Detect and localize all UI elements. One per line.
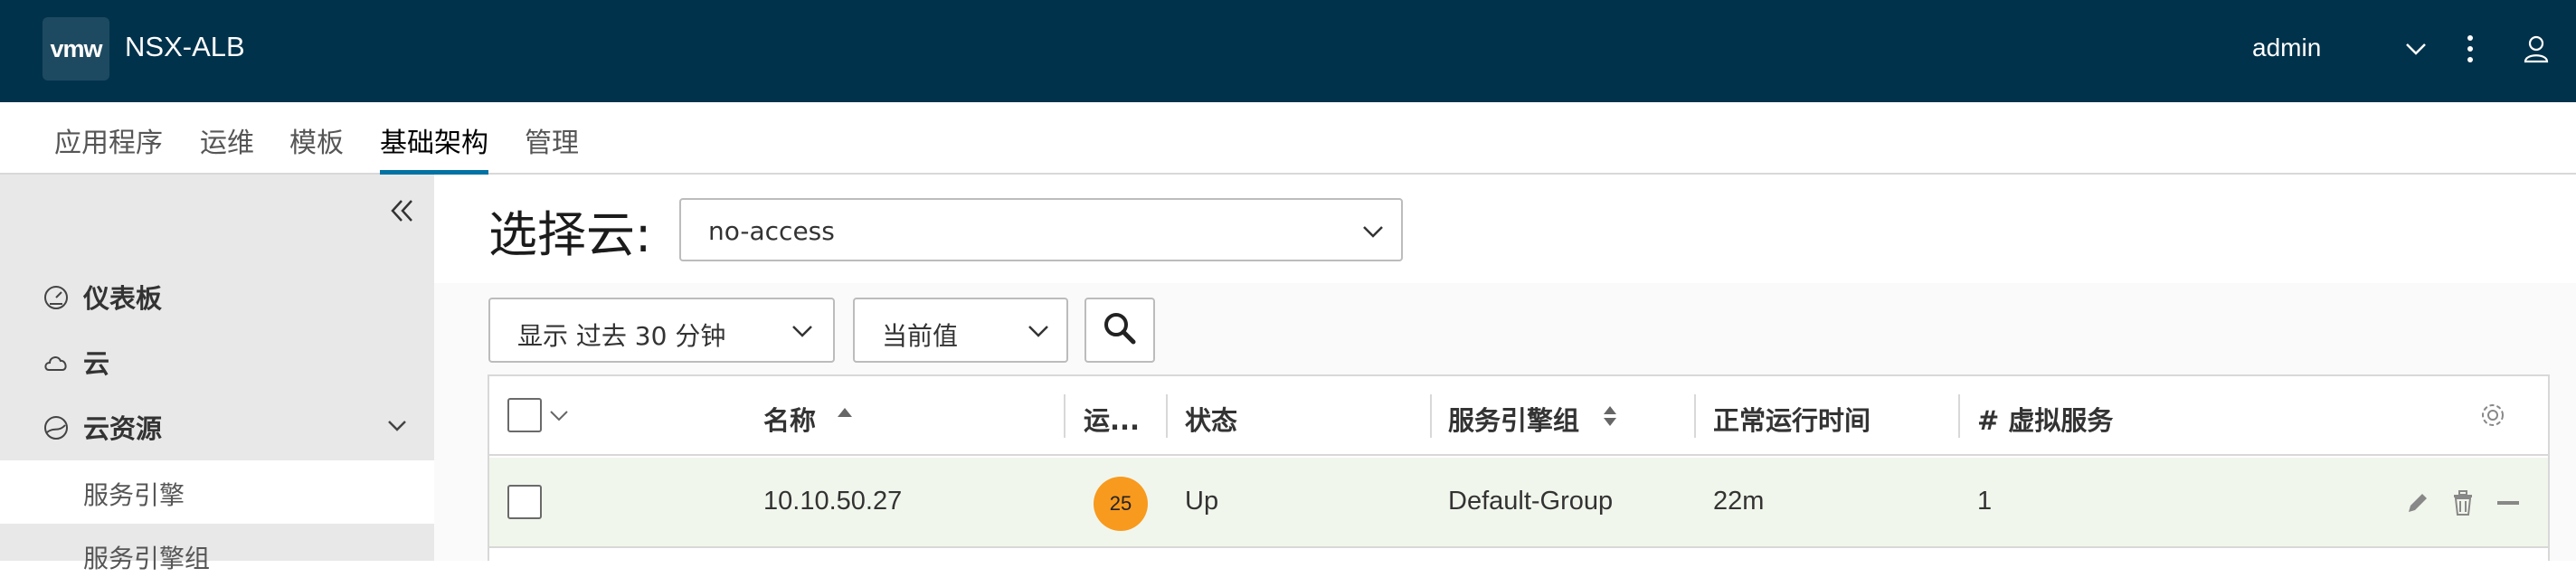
cell-se-group[interactable]: Default-Group xyxy=(1448,487,1613,516)
column-separator[interactable] xyxy=(1430,394,1432,438)
sidebar-item-dashboard[interactable]: 仪表板 xyxy=(0,265,434,328)
column-separator[interactable] xyxy=(1958,394,1960,438)
health-score-badge[interactable]: 25 xyxy=(1094,477,1148,531)
service-engine-table: 名称 运... 状态 服务引擎组 正常运行时间 # 虚拟服务 10.10.50.… xyxy=(488,374,2550,561)
sort-both-icon[interactable] xyxy=(1601,403,1619,432)
delete-icon[interactable] xyxy=(2447,487,2479,519)
metric-dropdown[interactable]: 当前值 xyxy=(853,298,1068,363)
sort-ascending-icon[interactable] xyxy=(836,405,854,422)
column-separator[interactable] xyxy=(1166,394,1168,438)
collapse-sidebar-icon[interactable] xyxy=(384,193,421,229)
vmware-logo: vmw xyxy=(43,17,109,80)
sidebar: 仪表板 云 云资源 服务引擎 服务引擎组 xyxy=(0,175,434,573)
tab-infrastructure[interactable]: 基础架构 xyxy=(380,120,488,175)
column-separator[interactable] xyxy=(1694,394,1696,438)
sidebar-item-cloud-resources[interactable]: 云资源 xyxy=(0,395,434,459)
edit-icon[interactable] xyxy=(2401,487,2434,519)
column-header-status[interactable]: 状态 xyxy=(1185,400,1237,438)
cloud-select-row: 选择云: no-access xyxy=(434,175,2576,283)
table-row[interactable]: 10.10.50.27 25 Up Default-Group 22m 1 xyxy=(489,458,2548,548)
chevron-down-icon[interactable] xyxy=(2398,31,2434,67)
main-nav: 应用程序 运维 模板 基础架构 管理 xyxy=(0,102,2576,175)
chevron-down-icon xyxy=(1025,317,1052,345)
cloud-icon xyxy=(43,349,70,376)
sidebar-item-label: 云资源 xyxy=(83,413,163,444)
cell-name[interactable]: 10.10.50.27 xyxy=(763,487,902,516)
user-icon[interactable] xyxy=(2518,31,2554,67)
sidebar-subitem-label: 服务引擎组 xyxy=(83,544,211,573)
table-header: 名称 运... 状态 服务引擎组 正常运行时间 # 虚拟服务 xyxy=(489,376,2548,456)
more-vertical-icon[interactable] xyxy=(2452,31,2488,67)
main-content: 选择云: no-access 显示 过去 30 分钟 当前值 名称 运... 状… xyxy=(434,175,2576,561)
sidebar-item-label: 云 xyxy=(83,348,110,379)
column-header-name[interactable]: 名称 xyxy=(763,400,816,438)
row-checkbox[interactable] xyxy=(507,485,542,519)
dashboard-icon xyxy=(43,284,70,311)
gear-icon[interactable] xyxy=(2477,400,2508,434)
app-name: NSX-ALB xyxy=(125,31,245,62)
column-header-se-group[interactable]: 服务引擎组 xyxy=(1448,400,1579,438)
cloud-select-value: no-access xyxy=(708,216,835,246)
search-button[interactable] xyxy=(1084,298,1155,363)
cell-vs-count: 1 xyxy=(1977,487,1993,516)
sidebar-item-service-engine[interactable]: 服务引擎 xyxy=(0,460,434,524)
chevron-down-icon[interactable] xyxy=(547,403,571,431)
sidebar-subitem-label: 服务引擎 xyxy=(83,480,185,510)
tab-templates[interactable]: 模板 xyxy=(289,120,344,175)
search-icon xyxy=(1102,310,1138,350)
tab-administration[interactable]: 管理 xyxy=(525,120,579,175)
column-header-health[interactable]: 运... xyxy=(1084,400,1140,438)
column-header-vs-count[interactable]: # 虚拟服务 xyxy=(1977,400,2113,438)
column-separator[interactable] xyxy=(1064,394,1065,438)
chevron-down-icon xyxy=(789,317,816,345)
time-range-value: 显示 过去 30 分钟 xyxy=(517,321,726,351)
cloud-select-label: 选择云: xyxy=(488,206,652,263)
minus-icon[interactable] xyxy=(2492,487,2524,519)
sidebar-item-service-engine-group[interactable]: 服务引擎组 xyxy=(0,524,434,587)
top-header: vmw NSX-ALB admin xyxy=(0,0,2576,102)
chevron-down-icon[interactable] xyxy=(384,413,410,442)
time-range-dropdown[interactable]: 显示 过去 30 分钟 xyxy=(488,298,835,363)
select-all-checkbox[interactable] xyxy=(507,398,542,432)
metric-value: 当前值 xyxy=(882,321,959,351)
cloud-select-dropdown[interactable]: no-access xyxy=(679,198,1403,261)
column-header-uptime[interactable]: 正常运行时间 xyxy=(1713,400,1870,438)
tab-applications[interactable]: 应用程序 xyxy=(54,120,163,175)
sidebar-item-cloud[interactable]: 云 xyxy=(0,330,434,393)
cell-uptime: 22m xyxy=(1713,487,1765,516)
user-menu-label[interactable]: admin xyxy=(2252,33,2321,62)
sidebar-item-label: 仪表板 xyxy=(83,283,163,314)
cloud-resources-icon xyxy=(43,414,70,441)
chevron-down-icon xyxy=(1359,218,1387,245)
cell-status: Up xyxy=(1185,487,1219,516)
tab-operations[interactable]: 运维 xyxy=(200,120,254,175)
